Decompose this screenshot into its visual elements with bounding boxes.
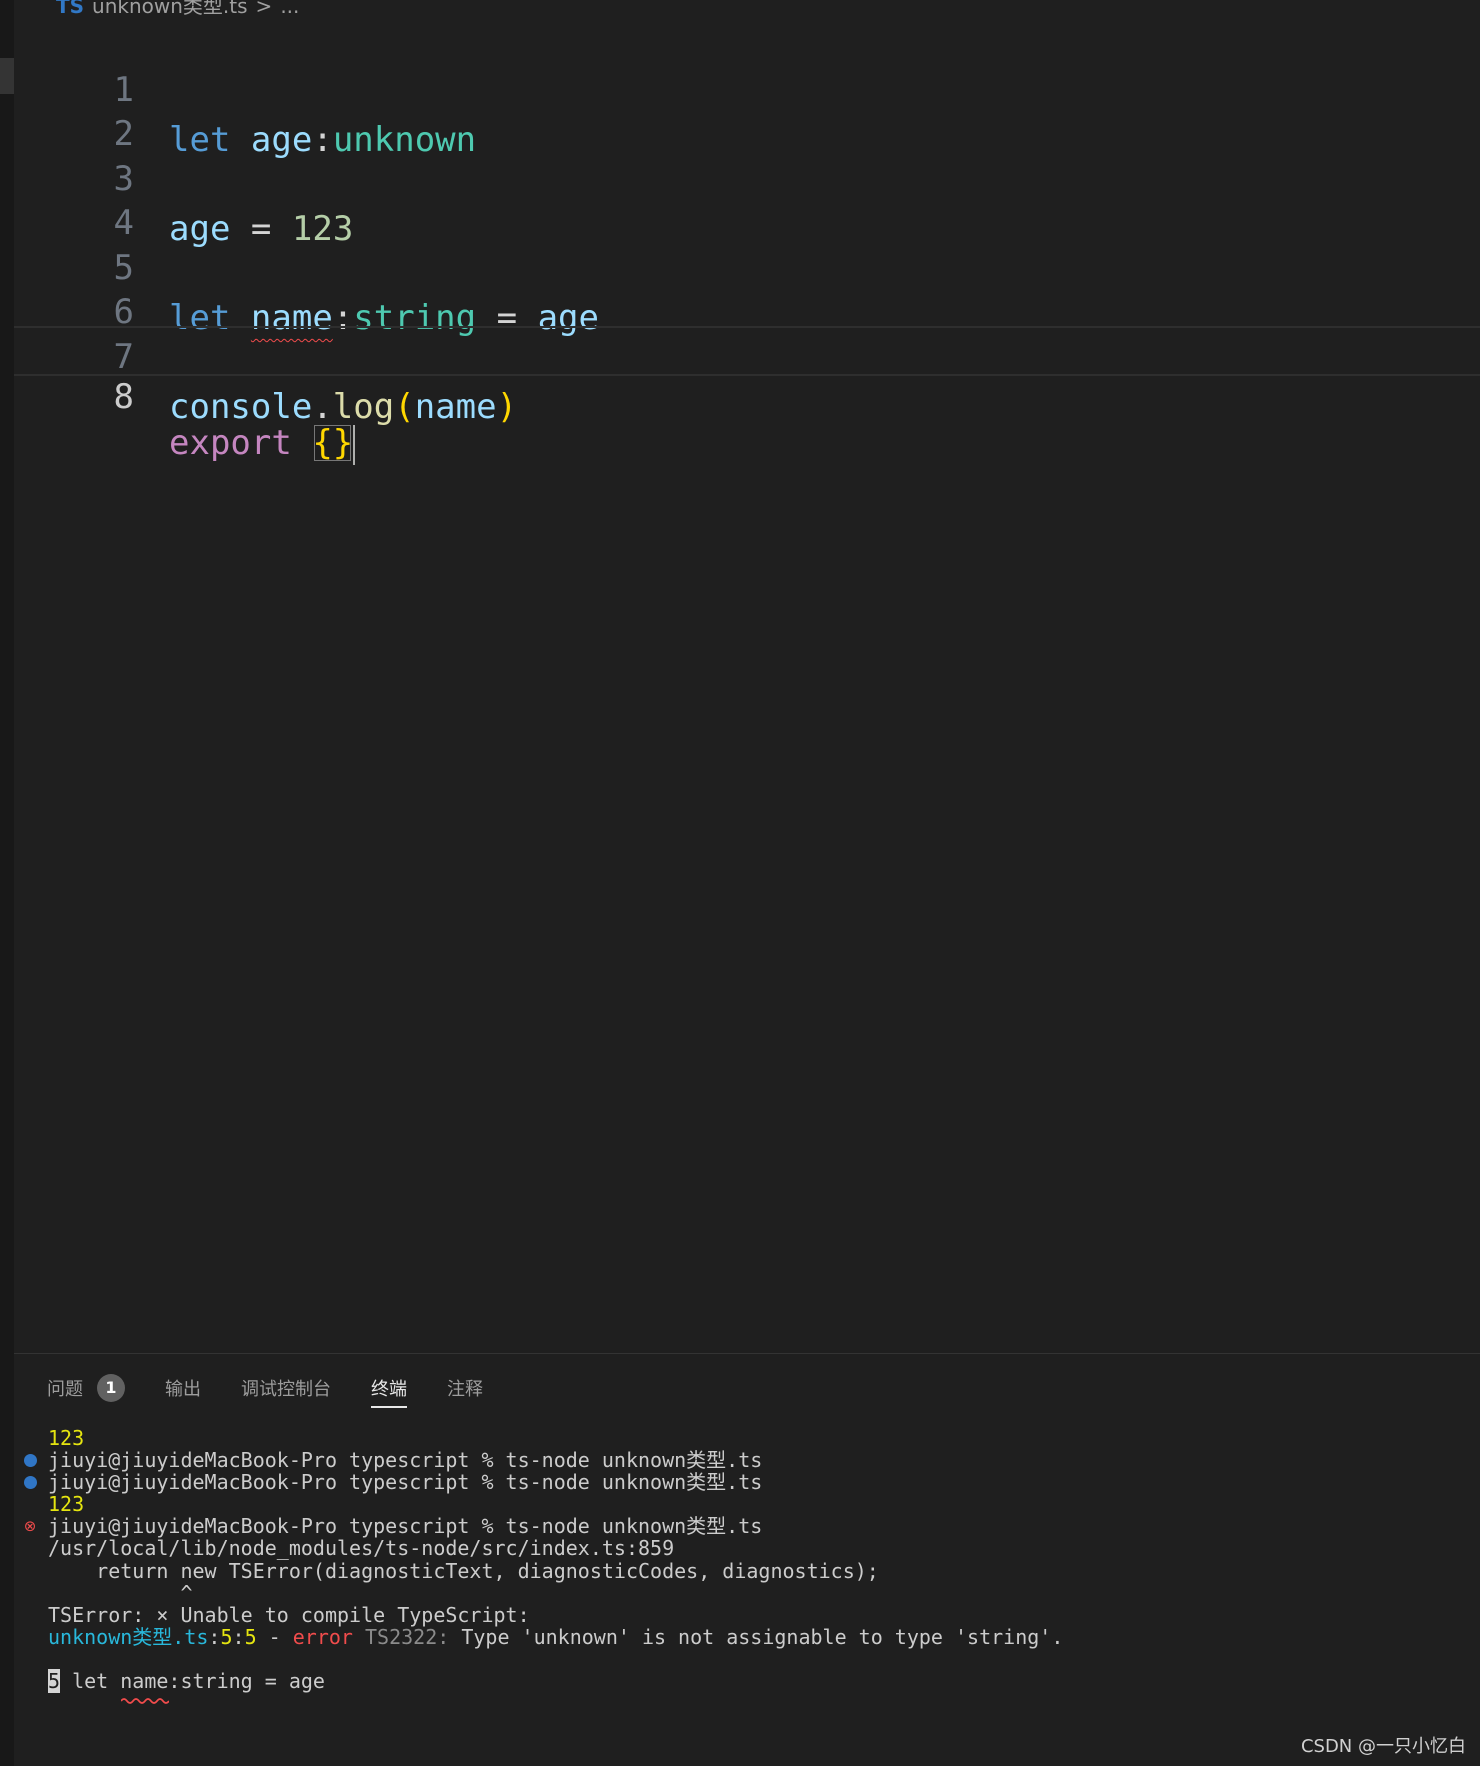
terminal-error-squiggle [121, 1698, 169, 1704]
terminal-diagnostic-line: unknown类型.ts:5:5 - error TS2322: Type 'u… [48, 1625, 1063, 1650]
diag-file[interactable]: unknown类型.ts [48, 1625, 208, 1649]
watermark: CSDN @一只小忆白 [1300, 1736, 1466, 1757]
tab-comments[interactable]: 注释 [447, 1368, 483, 1408]
diag-colon: : [232, 1625, 245, 1649]
diag-severity: error [292, 1625, 353, 1649]
code-line-5[interactable]: 5 let name:string = age [14, 193, 1480, 338]
terminal-output[interactable]: 123 jiuyi@jiuyideMacBook-Pro typescript … [14, 1426, 1480, 1766]
identifier-name: name [414, 387, 497, 427]
keyword-export: export [169, 423, 292, 463]
terminal-source-line: 5 let name:string = age [48, 1669, 325, 1694]
diag-code: TS2322: [352, 1625, 450, 1649]
code-line-6[interactable]: 6 [14, 237, 1480, 332]
tab-debug-console[interactable]: 调试控制台 [241, 1368, 331, 1408]
diag-colon: : [208, 1625, 221, 1649]
panel-tabs: 问题 1 输出 调试控制台 终端 注释 [47, 1368, 523, 1408]
tab-label: 注释 [447, 1379, 483, 1400]
code-editor[interactable]: TS unknown类型.ts >... 1 let age:unknown 2 3… [14, 0, 1480, 1353]
source-line-number: 5 [48, 1669, 61, 1693]
tab-output[interactable]: 输出 [165, 1368, 201, 1408]
tab-label: 调试控制台 [241, 1379, 331, 1400]
source-line-code: let name:string = age [60, 1669, 325, 1693]
tab-label: 问题 [47, 1379, 83, 1400]
breadcrumb[interactable]: TS unknown类型.ts >... [56, 0, 299, 18]
diag-line: 5 [220, 1625, 233, 1649]
command-error-icon[interactable]: ⊗ [22, 1518, 38, 1534]
command-success-icon[interactable] [24, 1476, 37, 1489]
activity-bar [0, 0, 15, 1766]
code-line-7[interactable]: 7 console.log(name) [14, 282, 1480, 427]
tab-terminal[interactable]: 终端 [371, 1368, 407, 1408]
problems-count-badge: 1 [97, 1374, 125, 1402]
braces: {} [312, 423, 354, 463]
terminal-line: jiuyi@jiuyideMacBook-Pro typescript % ts… [48, 1470, 763, 1494]
terminal-line: /usr/local/lib/node_modules/ts-node/src/… [48, 1536, 675, 1560]
code-line-1[interactable]: 1 let age:unknown [14, 15, 1480, 160]
tab-problems[interactable]: 问题 1 [47, 1368, 125, 1408]
diag-col: 5 [244, 1625, 257, 1649]
command-success-icon[interactable] [24, 1454, 37, 1467]
diag-dash: - [256, 1625, 293, 1649]
paren-close: ) [496, 387, 518, 427]
activity-bar-indicator [0, 58, 14, 94]
line-number: 8 [113, 377, 134, 417]
code-line-2[interactable]: 2 [14, 59, 1480, 154]
vscode-window: TS unknown类型.ts >... 1 let age:unknown 2 3… [0, 0, 1480, 1766]
code-line-3[interactable]: 3 age = 123 [14, 104, 1480, 249]
tab-label: 终端 [371, 1379, 407, 1400]
paren-open: ( [394, 387, 415, 427]
text-cursor [353, 424, 356, 465]
code-line-8-current[interactable]: 8 export {} [14, 326, 1480, 465]
diag-message: Type 'unknown' is not assignable to type… [449, 1625, 1064, 1649]
tab-label: 输出 [165, 1379, 201, 1400]
bottom-panel: 问题 1 输出 调试控制台 终端 注释 123 jiuyi@jiuyideMac… [14, 1353, 1480, 1766]
code-line-4[interactable]: 4 [14, 148, 1480, 243]
